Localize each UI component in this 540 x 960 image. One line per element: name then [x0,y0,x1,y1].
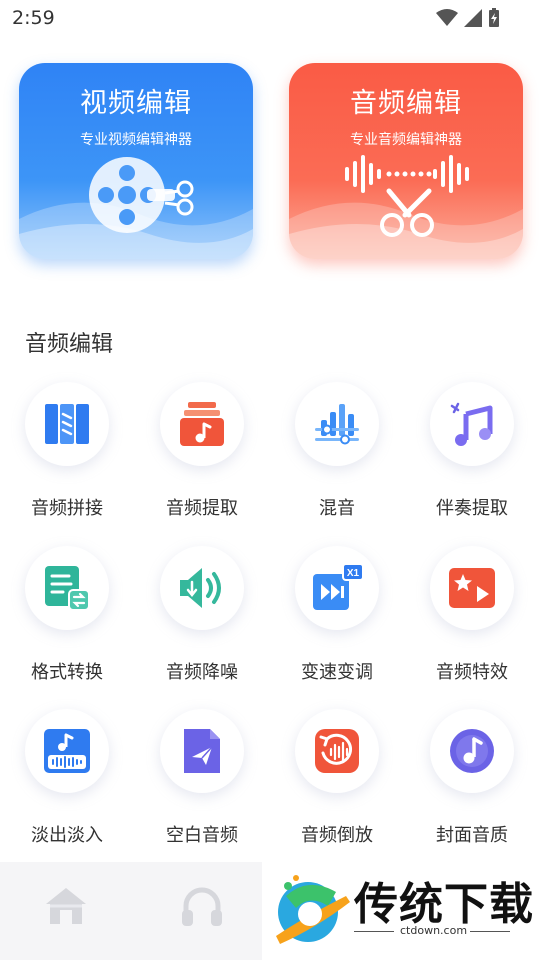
fade-icon [44,729,90,773]
watermark-divider [354,931,394,932]
tool-icon-circle [160,382,244,466]
svg-text:X1: X1 [347,568,360,579]
tool-blank-audio[interactable]: 空白音频 [135,709,269,871]
signal-icon [464,9,482,27]
watermark-brand: 传统下载 [354,879,534,930]
watermark: 传统下载 ctdown.com [262,862,540,960]
audio-edit-subtitle: 专业音频编辑神器 [350,132,462,148]
accompaniment-extract-icon [450,402,493,446]
audio-edit-title: 音频编辑 [350,88,462,119]
tool-icon-circle [430,709,514,793]
section-title: 音频编辑 [25,332,114,357]
audio-extract-icon [180,402,224,446]
tool-icon-circle [25,709,109,793]
tool-mix[interactable]: 混音 [270,382,404,544]
tool-label: 混音 [319,498,355,519]
audio-reverse-icon [315,729,359,773]
film-reel-scissors-icon [89,157,194,233]
tool-format-convert[interactable]: 格式转换 [0,546,134,708]
home-icon [46,888,86,924]
tool-label: 变速变调 [301,662,373,683]
blank-audio-icon [184,729,220,773]
status-icons [436,8,500,28]
audio-effects-icon [449,568,495,608]
status-bar: 2:59 [0,0,540,36]
mix-icon [315,404,359,445]
tool-accompaniment-extract[interactable]: 伴奏提取 [405,382,539,544]
tool-speed-pitch[interactable]: X1 变速变调 [270,546,404,708]
video-edit-subtitle: 专业视频编辑神器 [80,132,192,148]
tool-audio-reverse[interactable]: 音频倒放 [270,709,404,871]
speed-pitch-icon: X1 [313,564,363,610]
nav-audio[interactable] [178,884,226,928]
watermark-url: ctdown.com [400,924,468,937]
tool-label: 音频倒放 [301,825,373,846]
cover-quality-icon [450,729,494,773]
tool-icon-circle [25,382,109,466]
video-edit-title: 视频编辑 [80,88,192,119]
tool-audio-effects[interactable]: 音频特效 [405,546,539,708]
tool-icon-circle [160,709,244,793]
headphones-icon [182,887,222,926]
nav-home[interactable] [42,884,90,928]
tool-label: 音频提取 [166,498,238,519]
waveform-scissors-icon [345,155,469,237]
tool-fade[interactable]: 淡出淡入 [0,709,134,871]
tool-audio-splice[interactable]: 音频拼接 [0,382,134,544]
tool-audio-extract[interactable]: 音频提取 [135,382,269,544]
tool-label: 格式转换 [31,662,103,683]
watermark-divider [470,931,510,932]
status-time: 2:59 [12,7,55,29]
tool-label: 音频拼接 [31,498,103,519]
tool-icon-circle [25,546,109,630]
tool-label: 伴奏提取 [436,498,508,519]
tool-label: 淡出淡入 [31,825,103,846]
tool-icon-circle: X1 [295,546,379,630]
tool-icon-circle [295,382,379,466]
noise-reduction-icon [180,568,221,608]
tool-label: 音频降噪 [166,662,238,683]
tool-label: 音频特效 [436,662,508,683]
wifi-icon [436,9,458,26]
audio-splice-icon [45,404,89,444]
tool-label: 空白音频 [166,825,238,846]
tool-icon-circle [430,546,514,630]
tool-label: 封面音质 [436,825,508,846]
format-convert-icon [45,566,90,611]
tool-cover-quality[interactable]: 封面音质 [405,709,539,871]
tool-icon-circle [430,382,514,466]
tool-icon-circle [160,546,244,630]
audio-edit-card[interactable]: 音频编辑 专业音频编辑神器 [289,63,523,259]
tool-icon-circle [295,709,379,793]
watermark-logo-icon [276,875,350,944]
battery-icon [489,8,499,27]
video-edit-card[interactable]: 视频编辑 专业视频编辑神器 [19,63,253,259]
tool-noise-reduction[interactable]: 音频降噪 [135,546,269,708]
